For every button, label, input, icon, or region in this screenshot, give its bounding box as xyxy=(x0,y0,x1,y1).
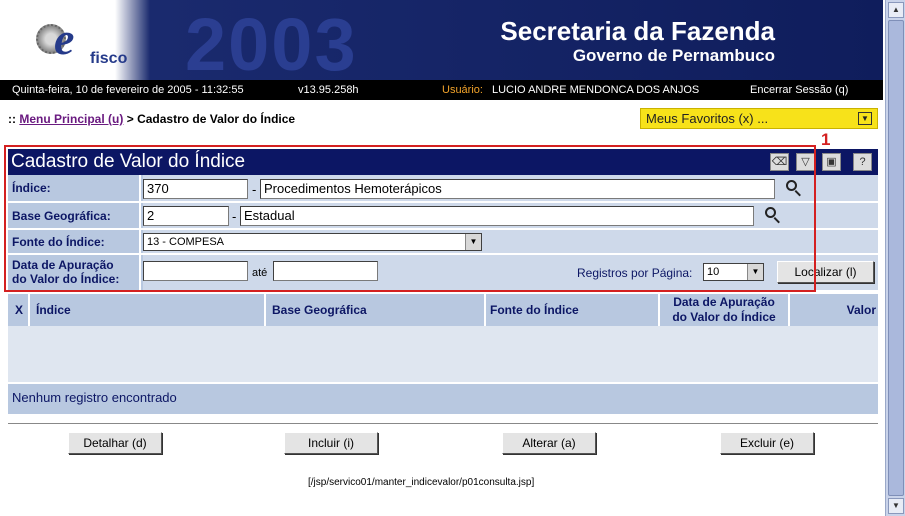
logo-text: fisco xyxy=(90,50,128,67)
version: v13.95.258h xyxy=(298,84,359,96)
col-x[interactable]: X xyxy=(8,294,30,326)
favorites-label: Meus Favoritos (x) ... xyxy=(646,111,769,126)
scroll-up-icon[interactable]: ▲ xyxy=(888,2,904,18)
results-table-header: X Índice Base Geográfica Fonte do Índice… xyxy=(8,294,878,326)
breadcrumb-separator: > xyxy=(126,112,134,126)
results-table-body xyxy=(8,326,878,382)
empty-message: Nenhum registro encontrado xyxy=(12,390,177,405)
col-data[interactable]: Data de Apuração do Valor do Índice xyxy=(660,294,790,326)
breadcrumb-current: Cadastro de Valor do Índice xyxy=(137,112,296,126)
help-icon[interactable]: ? xyxy=(853,153,872,171)
breadcrumb-prefix: :: xyxy=(8,112,16,126)
empty-message-row: Nenhum registro encontrado xyxy=(8,384,878,414)
user-label: Usuário: xyxy=(442,84,483,96)
header-banner: 2003 e fisco Secretaria da Fazenda Gover… xyxy=(0,0,883,80)
chevron-down-icon[interactable]: ▼ xyxy=(858,112,872,125)
info-bar: Quinta-feira, 10 de fevereiro de 2005 - … xyxy=(0,80,883,100)
logout-link[interactable]: Encerrar Sessão (q) xyxy=(750,84,848,96)
main-menu-link[interactable]: Menu Principal (u) xyxy=(19,112,123,126)
col-fonte[interactable]: Fonte do Índice xyxy=(486,294,660,326)
jsp-path: [/jsp/servico01/manter_indicevalor/p01co… xyxy=(308,477,535,488)
datetime: Quinta-feira, 10 de fevereiro de 2005 - … xyxy=(12,84,244,96)
efisco-logo: e fisco xyxy=(30,10,128,72)
breadcrumb: :: Menu Principal (u) > Cadastro de Valo… xyxy=(8,112,295,126)
logo-e-glyph: e xyxy=(54,13,75,64)
col-indice[interactable]: Índice xyxy=(30,294,266,326)
site-subtitle: Governo de Pernambuco xyxy=(572,46,775,65)
watermark-year: 2003 xyxy=(185,3,358,80)
alter-button[interactable]: Alterar (a) xyxy=(502,432,596,454)
delete-button[interactable]: Excluir (e) xyxy=(720,432,814,454)
col-valor[interactable]: Valor xyxy=(790,294,878,326)
scroll-thumb[interactable] xyxy=(888,20,904,496)
favorites-dropdown[interactable]: Meus Favoritos (x) ... ▼ xyxy=(640,108,878,129)
include-button[interactable]: Incluir (i) xyxy=(284,432,378,454)
scroll-down-icon[interactable]: ▼ xyxy=(888,498,904,514)
detail-button[interactable]: Detalhar (d) xyxy=(68,432,162,454)
divider xyxy=(8,423,878,424)
print-icon[interactable]: ▣ xyxy=(822,153,841,171)
annotation-number: 1 xyxy=(821,130,831,149)
site-title: Secretaria da Fazenda xyxy=(500,16,775,46)
user-name: LUCIO ANDRE MENDONCA DOS ANJOS xyxy=(492,84,700,96)
vertical-scrollbar[interactable]: ▲ ▼ xyxy=(885,0,905,516)
annotation-box xyxy=(4,145,816,292)
col-base[interactable]: Base Geográfica xyxy=(266,294,486,326)
